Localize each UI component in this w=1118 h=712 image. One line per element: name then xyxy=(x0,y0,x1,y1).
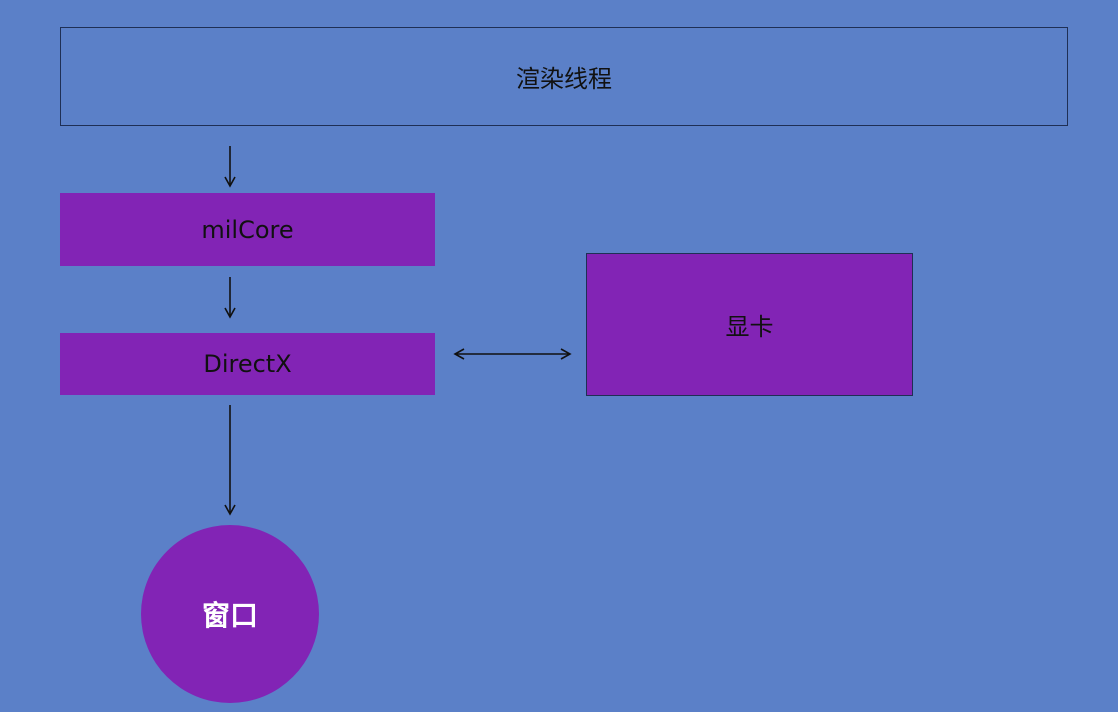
render-thread-box: 渲染线程 xyxy=(60,27,1068,126)
gpu-box: 显卡 xyxy=(586,253,913,396)
render-thread-label: 渲染线程 xyxy=(516,65,612,93)
milcore-box: milCore xyxy=(60,193,435,266)
directx-box: DirectX xyxy=(60,333,435,395)
milcore-label: milCore xyxy=(201,215,294,244)
window-circle: 窗口 xyxy=(141,525,319,703)
window-label: 窗口 xyxy=(201,599,258,632)
directx-label: DirectX xyxy=(203,350,292,378)
gpu-label: 显卡 xyxy=(725,313,774,341)
